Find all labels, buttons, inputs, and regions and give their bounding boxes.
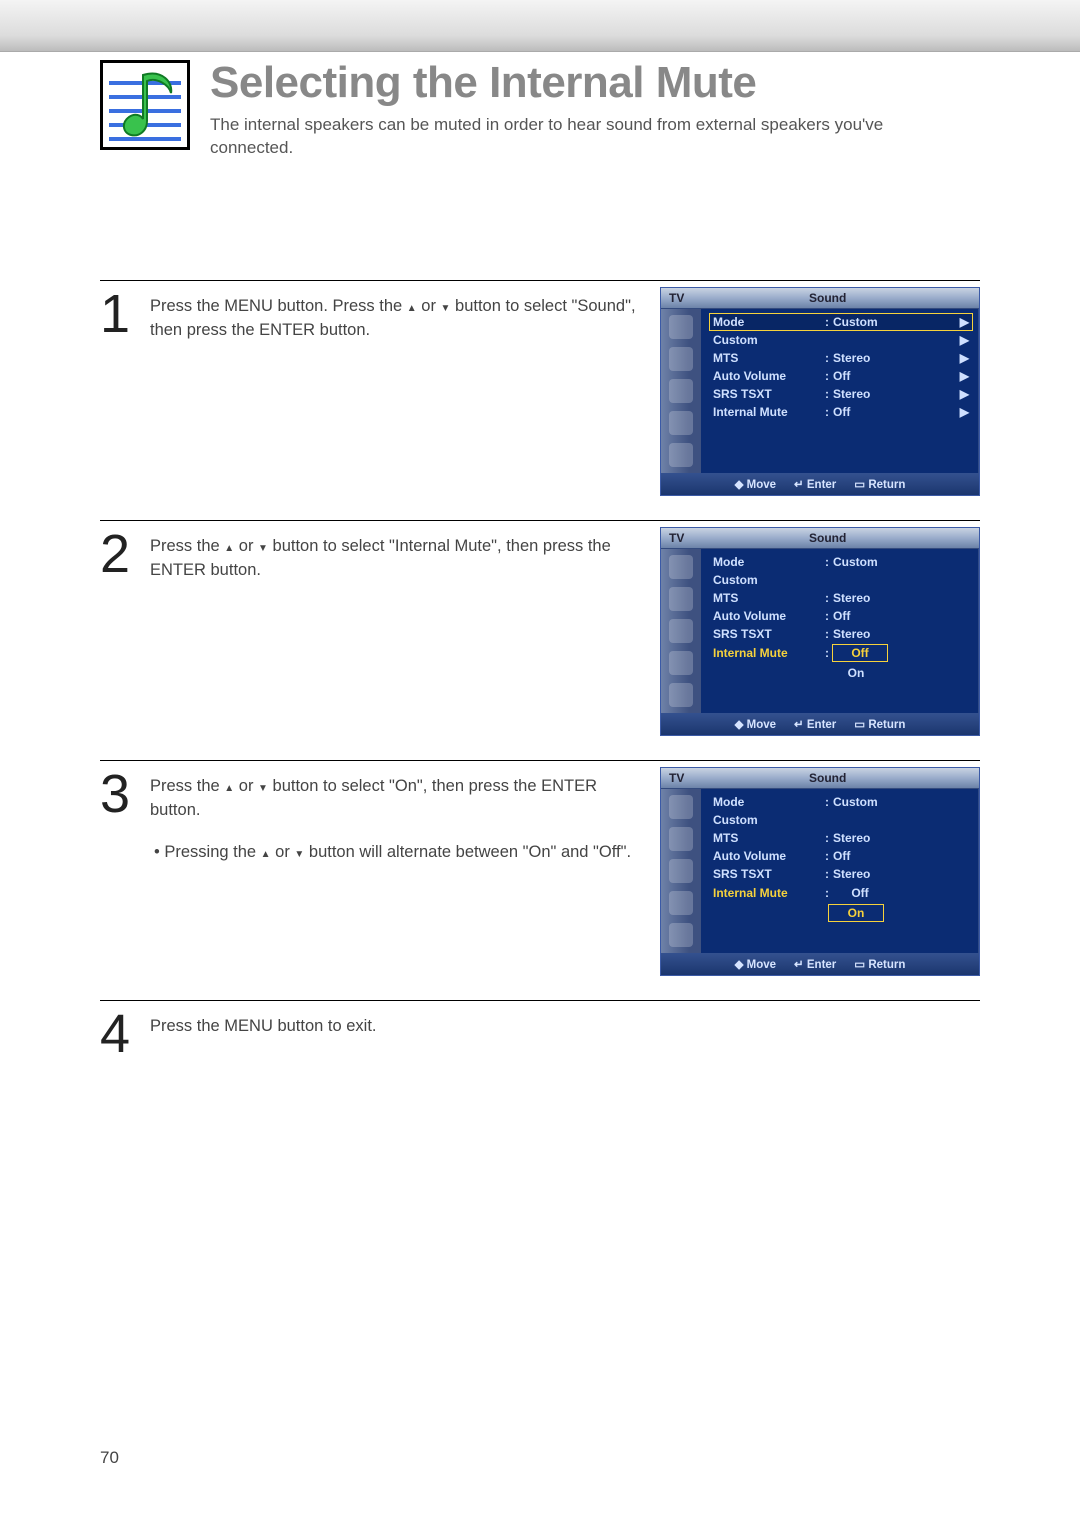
- osd-row-mts: MTS : Stereo ▶: [709, 349, 973, 367]
- side-icon: [669, 411, 693, 435]
- osd-row-custom: Custom: [709, 571, 973, 589]
- osd-screenshot-3: TV Sound Mode:Custom Custom MTS:Stereo A…: [660, 767, 980, 976]
- osd-row-custom: Custom ▶: [709, 331, 973, 349]
- osd-tv-label: TV: [669, 291, 684, 305]
- osd-row-on-option: On: [709, 663, 973, 683]
- osd-row-mode: Mode:Custom: [709, 793, 973, 811]
- side-icon: [669, 443, 693, 467]
- step-text: Press the MENU button to exit.: [150, 1007, 980, 1039]
- page-number: 70: [100, 1448, 119, 1468]
- page-description: The internal speakers can be muted in or…: [210, 114, 930, 160]
- osd-row-auto-volume: Auto Volume:Off: [709, 847, 973, 865]
- osd-row-srs: SRS TSXT:Stereo: [709, 625, 973, 643]
- option-off: Off: [833, 885, 887, 901]
- music-note-icon: [100, 60, 190, 150]
- side-icon: [669, 347, 693, 371]
- osd-screenshot-1: TV Sound Mode : Cus: [660, 287, 980, 496]
- step-2: 2 Press the ▲ or ▼ button to select "Int…: [100, 520, 980, 736]
- footer-enter: Enter: [794, 477, 836, 491]
- option-off: Off: [833, 645, 887, 661]
- osd-row-auto-volume: Auto Volume : Off ▶: [709, 367, 973, 385]
- side-icon: [669, 379, 693, 403]
- option-on: On: [829, 665, 883, 681]
- side-icon: [669, 315, 693, 339]
- down-arrow-icon: ▼: [258, 543, 268, 554]
- up-arrow-icon: ▲: [224, 783, 234, 794]
- step-text: Press the ▲ or ▼ button to select "Inter…: [150, 527, 660, 583]
- osd-row-srs: SRS TSXT:Stereo: [709, 865, 973, 883]
- osd-row-on-option: On: [709, 903, 973, 923]
- osd-screenshot-2: TV Sound Mode:Custom Custom MTS:Stereo A…: [660, 527, 980, 736]
- osd-row-mode: Mode : Custom ▶: [709, 313, 973, 331]
- footer-return: Return: [854, 477, 905, 491]
- osd-title: Sound: [684, 291, 971, 305]
- step-text: Press the MENU button. Press the ▲ or ▼ …: [150, 287, 660, 343]
- down-arrow-icon: ▼: [441, 303, 451, 314]
- step-number: 2: [100, 527, 150, 581]
- up-arrow-icon: ▲: [261, 849, 271, 860]
- step-number: 1: [100, 287, 150, 341]
- osd-row-internal-mute: Internal Mute : Off ▶: [709, 403, 973, 421]
- down-arrow-icon: ▼: [294, 849, 304, 860]
- osd-row-auto-volume: Auto Volume:Off: [709, 607, 973, 625]
- osd-row-srs: SRS TSXT : Stereo ▶: [709, 385, 973, 403]
- osd-row-custom: Custom: [709, 811, 973, 829]
- step-number: 3: [100, 767, 150, 821]
- step-1: 1 Press the MENU button. Press the ▲ or …: [100, 280, 980, 496]
- osd-row-internal-mute: Internal Mute : Off: [709, 643, 973, 663]
- step-3: 3 Press the ▲ or ▼ button to select "On"…: [100, 760, 980, 976]
- osd-row-mts: MTS:Stereo: [709, 829, 973, 847]
- up-arrow-icon: ▲: [407, 303, 417, 314]
- page-title: Selecting the Internal Mute: [210, 58, 930, 108]
- footer-move: Move: [735, 477, 776, 491]
- osd-row-internal-mute: Internal Mute : Off: [709, 883, 973, 903]
- down-arrow-icon: ▼: [258, 783, 268, 794]
- option-on: On: [829, 905, 883, 921]
- osd-row-mode: Mode:Custom: [709, 553, 973, 571]
- step-number: 4: [100, 1007, 150, 1061]
- step-text: Press the ▲ or ▼ button to select "On", …: [150, 767, 660, 865]
- step-4: 4 Press the MENU button to exit.: [100, 1000, 980, 1061]
- osd-row-mts: MTS:Stereo: [709, 589, 973, 607]
- up-arrow-icon: ▲: [224, 543, 234, 554]
